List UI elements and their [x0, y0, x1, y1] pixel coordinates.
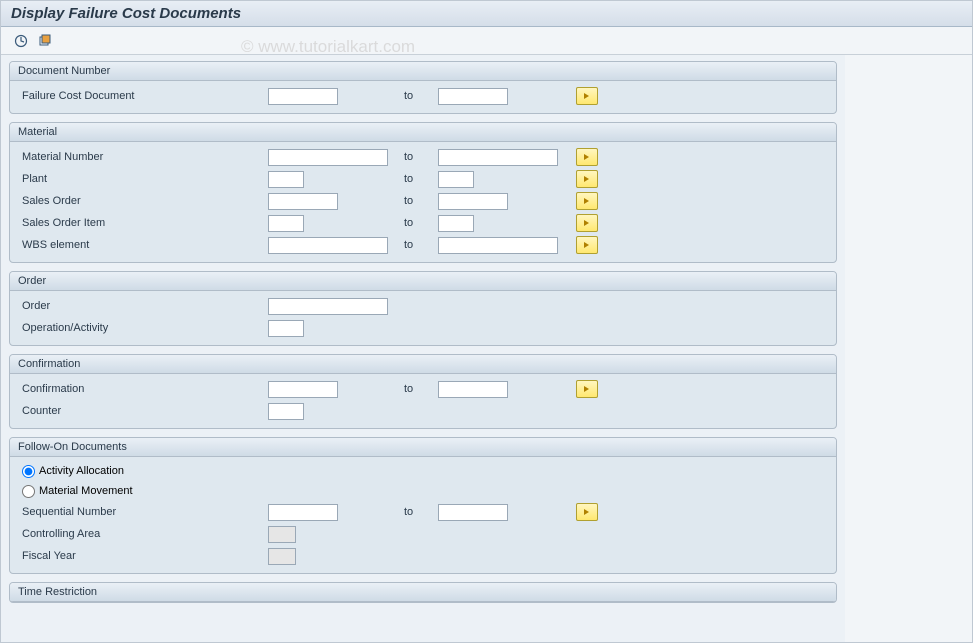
to-label: to [398, 217, 438, 229]
plant-from-input[interactable] [268, 171, 304, 188]
group-document-number: Document Number Failure Cost Document to [9, 61, 837, 114]
fiscal-year-label: Fiscal Year [18, 550, 268, 562]
counter-input[interactable] [268, 403, 304, 420]
variants-icon [38, 34, 52, 48]
activity-allocation-label: Activity Allocation [39, 465, 124, 477]
sales-order-item-from-input[interactable] [268, 215, 304, 232]
arrow-right-icon [582, 91, 592, 101]
fiscal-year-input [268, 548, 296, 565]
counter-label: Counter [18, 405, 268, 417]
clock-execute-icon [14, 34, 28, 48]
sequential-number-from-input[interactable] [268, 504, 338, 521]
failure-cost-from-input[interactable] [268, 88, 338, 105]
wbs-element-from-input[interactable] [268, 237, 388, 254]
operation-label: Operation/Activity [18, 322, 268, 334]
sequential-number-multiselect-button[interactable] [576, 503, 598, 521]
arrow-right-icon [582, 196, 592, 206]
group-title: Confirmation [10, 355, 836, 374]
wbs-element-to-input[interactable] [438, 237, 558, 254]
content-area: Document Number Failure Cost Document to [1, 55, 845, 642]
confirmation-multiselect-button[interactable] [576, 380, 598, 398]
confirmation-from-input[interactable] [268, 381, 338, 398]
failure-cost-to-input[interactable] [438, 88, 508, 105]
arrow-right-icon [582, 507, 592, 517]
group-title: Material [10, 123, 836, 142]
activity-allocation-radio[interactable] [22, 465, 35, 478]
group-title: Document Number [10, 62, 836, 81]
toolbar [1, 27, 972, 55]
wbs-element-multiselect-button[interactable] [576, 236, 598, 254]
material-movement-radio[interactable] [22, 485, 35, 498]
variants-button[interactable] [35, 31, 55, 51]
sales-order-item-label: Sales Order Item [18, 217, 268, 229]
order-input[interactable] [268, 298, 388, 315]
material-number-multiselect-button[interactable] [576, 148, 598, 166]
arrow-right-icon [582, 174, 592, 184]
execute-button[interactable] [11, 31, 31, 51]
controlling-area-input [268, 526, 296, 543]
to-label: to [398, 506, 438, 518]
confirmation-label: Confirmation [18, 383, 268, 395]
sequential-number-label: Sequential Number [18, 506, 268, 518]
arrow-right-icon [582, 240, 592, 250]
group-follow-on: Follow-On Documents Activity Allocation … [9, 437, 837, 574]
plant-multiselect-button[interactable] [576, 170, 598, 188]
sales-order-item-to-input[interactable] [438, 215, 474, 232]
sales-order-item-multiselect-button[interactable] [576, 214, 598, 232]
to-label: to [398, 383, 438, 395]
arrow-right-icon [582, 152, 592, 162]
failure-cost-label: Failure Cost Document [18, 90, 268, 102]
material-number-from-input[interactable] [268, 149, 388, 166]
group-title: Order [10, 272, 836, 291]
sales-order-from-input[interactable] [268, 193, 338, 210]
sales-order-to-input[interactable] [438, 193, 508, 210]
material-number-to-input[interactable] [438, 149, 558, 166]
arrow-right-icon [582, 384, 592, 394]
plant-to-input[interactable] [438, 171, 474, 188]
to-label: to [398, 195, 438, 207]
arrow-right-icon [582, 218, 592, 228]
order-label: Order [18, 300, 268, 312]
page-title: Display Failure Cost Documents [1, 1, 972, 27]
group-confirmation: Confirmation Confirmation to Counter [9, 354, 837, 429]
group-title: Follow-On Documents [10, 438, 836, 457]
to-label: to [398, 239, 438, 251]
material-number-label: Material Number [18, 151, 268, 163]
failure-cost-multiselect-button[interactable] [576, 87, 598, 105]
sales-order-multiselect-button[interactable] [576, 192, 598, 210]
sales-order-label: Sales Order [18, 195, 268, 207]
to-label: to [398, 173, 438, 185]
to-label: to [398, 151, 438, 163]
material-movement-label: Material Movement [39, 485, 133, 497]
group-title: Time Restriction [10, 583, 836, 602]
operation-input[interactable] [268, 320, 304, 337]
group-material: Material Material Number to Plant to [9, 122, 837, 263]
sequential-number-to-input[interactable] [438, 504, 508, 521]
controlling-area-label: Controlling Area [18, 528, 268, 540]
confirmation-to-input[interactable] [438, 381, 508, 398]
group-time-restriction: Time Restriction [9, 582, 837, 603]
wbs-element-label: WBS element [18, 239, 268, 251]
plant-label: Plant [18, 173, 268, 185]
group-order: Order Order Operation/Activity [9, 271, 837, 346]
to-label: to [398, 90, 438, 102]
